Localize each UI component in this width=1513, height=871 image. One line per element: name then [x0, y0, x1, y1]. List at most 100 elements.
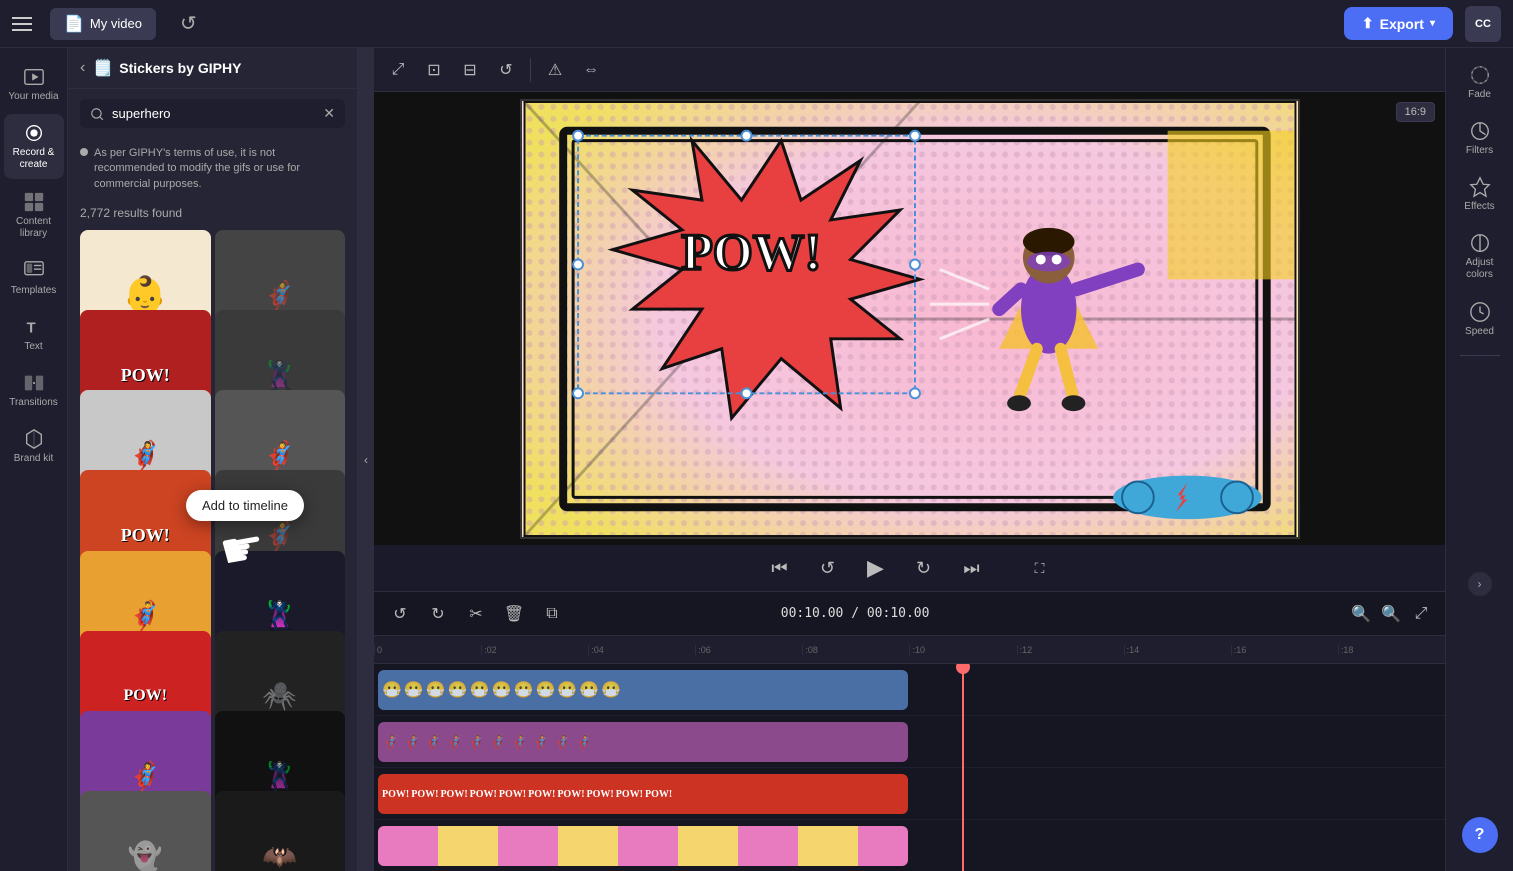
timeline: ↺ ↻ ✂ 🗑 ⧉ 00:10.00 / 00:10.00 🔍 🔍 ⤢ 0	[374, 591, 1445, 871]
zoom-out-button[interactable]: 🔍	[1349, 602, 1373, 626]
right-tool-effects[interactable]: Effects	[1450, 170, 1510, 218]
skip-to-end-button[interactable]: ⏭	[956, 552, 988, 584]
sidebar-label-record-create: Record &create	[13, 147, 55, 171]
top-bar-left: 📄 My video ↺	[12, 5, 211, 42]
svg-text:POW!: POW!	[681, 224, 821, 281]
main-content: Your media Record &create Contentlibrary…	[0, 48, 1513, 871]
back-button[interactable]: ‹	[80, 59, 85, 77]
ruler-mark: :12	[1017, 645, 1124, 655]
ruler-mark: :02	[481, 645, 588, 655]
ruler-mark: :04	[588, 645, 695, 655]
right-tool-adjust-colors[interactable]: Adjustcolors	[1450, 226, 1510, 287]
ruler-mark: :18	[1338, 645, 1445, 655]
timeline-undo-button[interactable]: ↺	[386, 600, 414, 628]
sticker-item[interactable]: 🦇	[215, 791, 346, 871]
timeline-track-1: 😷 😷 😷 😷 😷 😷 😷 😷 😷 😷 😷	[374, 664, 1445, 716]
sidebar-item-text[interactable]: T Text	[4, 308, 64, 360]
sticker-item[interactable]: 👻	[80, 791, 211, 871]
add-to-timeline-text: Add to timeline	[202, 498, 288, 513]
sticker-grid: 👶 🦸 POW! 🦹 🦸‍♀️ 🦸‍♂️ POW!	[68, 226, 357, 871]
add-to-timeline-tooltip: Add to timeline	[186, 490, 304, 521]
sidebar-label-templates: Templates	[11, 285, 57, 296]
timeline-track-4	[374, 820, 1445, 871]
search-input[interactable]	[112, 106, 315, 121]
track-strip-4[interactable]	[378, 826, 908, 866]
canvas-toolbar: ⤢ ⊡ ⊟ ↺ ⚠ ⇔	[374, 48, 1445, 92]
track-content-1: 😷 😷 😷 😷 😷 😷 😷 😷 😷 😷 😷	[374, 664, 1445, 715]
sidebar-item-record-create[interactable]: Record &create	[4, 114, 64, 179]
track-content-4	[374, 820, 1445, 871]
export-label: Export	[1380, 16, 1424, 32]
playhead[interactable]	[962, 664, 964, 871]
undo-canvas-button[interactable]: ↺	[490, 54, 522, 86]
panel-title-text: Stickers by GIPHY	[119, 60, 241, 76]
results-count: 2,772 results found	[68, 200, 357, 226]
ruler-mark: :08	[802, 645, 909, 655]
timeline-cut-button[interactable]: ✂	[462, 600, 490, 628]
timeline-toolbar: ↺ ↻ ✂ 🗑 ⧉ 00:10.00 / 00:10.00 🔍 🔍 ⤢	[374, 592, 1445, 636]
sidebar-item-your-media[interactable]: Your media	[4, 58, 64, 110]
aspect-ratio-badge[interactable]: 16:9	[1396, 102, 1435, 122]
forward-10-button[interactable]: ↻	[908, 552, 940, 584]
sidebar-label-transitions: Transitions	[9, 397, 58, 408]
flip-button[interactable]: ⇔	[575, 54, 607, 86]
track-strip-3[interactable]: POW! POW! POW! POW! POW! POW! POW! POW! …	[378, 774, 908, 814]
right-tool-fade[interactable]: Fade	[1450, 58, 1510, 106]
aspect-ratio-text: 16:9	[1405, 106, 1426, 118]
collapse-panel-button[interactable]: ›	[1468, 572, 1492, 596]
timeline-delete-button[interactable]: 🗑	[500, 600, 528, 628]
canvas-separator	[530, 58, 531, 82]
video-canvas: 16:9	[374, 92, 1445, 545]
crop-tool-button[interactable]: ⊡	[418, 54, 450, 86]
canvas-area: ⤢ ⊡ ⊟ ↺ ⚠ ⇔ 16:9	[374, 48, 1445, 871]
effects-label: Effects	[1464, 201, 1494, 212]
cc-button[interactable]: CC	[1465, 6, 1501, 42]
tab-label: My video	[90, 16, 142, 31]
sidebar-item-content-library[interactable]: Contentlibrary	[4, 183, 64, 248]
sidebar-item-templates[interactable]: Templates	[4, 252, 64, 304]
rewind-10-button[interactable]: ↺	[812, 552, 844, 584]
ruler-mark: :10	[909, 645, 1016, 655]
zoom-in-button[interactable]: 🔍	[1379, 602, 1403, 626]
my-video-tab[interactable]: 📄 My video	[50, 8, 156, 40]
filters-label: Filters	[1466, 145, 1493, 156]
save-status-btn[interactable]: ↺	[166, 5, 211, 42]
right-tool-filters[interactable]: Filters	[1450, 114, 1510, 162]
sidebar-label-content-library: Contentlibrary	[16, 216, 51, 240]
track-strip-1[interactable]: 😷 😷 😷 😷 😷 😷 😷 😷 😷 😷 😷	[378, 670, 908, 710]
giphy-notice: As per GIPHY's terms of use, it is not r…	[68, 138, 357, 200]
track-content-2: 🦸‍♂️ 🦸‍♂️ 🦸‍♂️ 🦸‍♂️ 🦸‍♂️ 🦸‍♂️ 🦸‍♂️ 🦸‍♂️ …	[374, 716, 1445, 767]
search-icon	[90, 107, 104, 121]
fade-label: Fade	[1468, 89, 1491, 100]
search-clear-button[interactable]: ✕	[323, 105, 335, 122]
track-strip-2[interactable]: 🦸‍♂️ 🦸‍♂️ 🦸‍♂️ 🦸‍♂️ 🦸‍♂️ 🦸‍♂️ 🦸‍♂️ 🦸‍♂️ …	[378, 722, 908, 762]
comic-svg: POW!	[522, 101, 1298, 537]
top-bar: 📄 My video ↺ ⬆ Export ▾ CC	[0, 0, 1513, 48]
adjust-colors-label: Adjustcolors	[1466, 257, 1494, 281]
timeline-redo-button[interactable]: ↻	[424, 600, 452, 628]
time-display: 00:10.00 / 00:10.00	[781, 606, 930, 621]
fit-canvas-button[interactable]: ⤢	[382, 54, 414, 86]
sidebar-item-transitions[interactable]: Transitions	[4, 364, 64, 416]
skip-to-start-button[interactable]: ⏮	[764, 552, 796, 584]
video-controls: ⏮ ↺ ▶ ↻ ⏭ ⛶	[374, 545, 1445, 591]
right-tool-speed[interactable]: Speed	[1450, 295, 1510, 343]
sidebar-item-brand-kit[interactable]: Brand kit	[4, 420, 64, 472]
play-pause-button[interactable]: ▶	[860, 552, 892, 584]
warning-button[interactable]: ⚠	[539, 54, 571, 86]
help-button[interactable]: ?	[1462, 817, 1498, 853]
export-button[interactable]: ⬆ Export ▾	[1344, 7, 1453, 40]
video-frame: POW!	[520, 99, 1300, 539]
svg-text:T: T	[26, 321, 35, 337]
results-count-text: 2,772 results found	[80, 206, 182, 220]
fullscreen-button[interactable]: ⛶	[1024, 552, 1056, 584]
timeline-duplicate-button[interactable]: ⧉	[538, 600, 566, 628]
fit-timeline-button[interactable]: ⤢	[1409, 602, 1433, 626]
panel-collapse-button[interactable]: ‹	[358, 48, 374, 871]
timeline-track-2: 🦸‍♂️ 🦸‍♂️ 🦸‍♂️ 🦸‍♂️ 🦸‍♂️ 🦸‍♂️ 🦸‍♂️ 🦸‍♂️ …	[374, 716, 1445, 768]
timeline-ruler: 0 :02 :04 :06 :08 :10 :12 :14 :16 :18	[374, 636, 1445, 664]
resize-button[interactable]: ⊟	[454, 54, 486, 86]
timeline-track-3: POW! POW! POW! POW! POW! POW! POW! POW! …	[374, 768, 1445, 820]
menu-button[interactable]	[12, 10, 40, 38]
stickers-panel: ‹ 🗒️ Stickers by GIPHY ✕ As per GIPHY's …	[68, 48, 358, 871]
